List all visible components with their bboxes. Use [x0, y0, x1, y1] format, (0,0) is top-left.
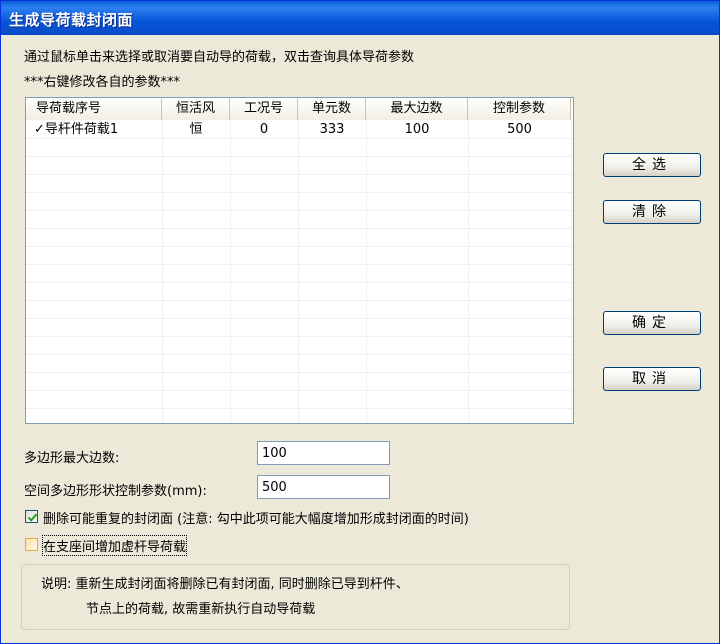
add-virtual-checkbox[interactable] [25, 538, 38, 551]
shape-param-input[interactable] [257, 475, 390, 499]
row-elements: 333 [319, 122, 345, 137]
col-header-elements[interactable]: 单元数 [298, 98, 366, 120]
row-name: 导杆件荷载1 [44, 122, 119, 137]
col-header-case[interactable]: 工况号 [230, 98, 298, 120]
checkmark-icon: ✓ [34, 122, 45, 137]
right-click-hint: ***右键修改各自的参数*** [24, 75, 181, 90]
clear-button[interactable]: 清除 [603, 200, 701, 224]
col-header-control[interactable]: 控制参数 [468, 98, 571, 120]
row-max-edges: 100 [404, 122, 430, 137]
dialog-window: 生成导荷载封闭面 通过鼠标单击来选择或取消要自动导的荷载，双击查询具体导荷参数 … [0, 0, 720, 644]
col-header-type[interactable]: 恒活风 [162, 98, 230, 120]
select-all-button[interactable]: 全选 [603, 153, 701, 177]
checkmark-icon [27, 513, 38, 522]
col-header-max-edges[interactable]: 最大边数 [366, 98, 468, 120]
max-edges-input[interactable] [257, 441, 390, 465]
row-case: 0 [259, 122, 269, 137]
col-header-load-id[interactable]: 导荷载序号 [26, 98, 162, 120]
table-row[interactable]: ✓导杆件荷载1 恒 0 333 100 500 [26, 121, 571, 139]
note-line-1: 说明: 重新生成封闭面将删除已有封闭面, 同时删除已导到杆件、 [41, 577, 409, 592]
ok-button[interactable]: 确定 [603, 311, 701, 335]
shape-param-label: 空间多边形形状控制参数(mm): [24, 484, 207, 499]
title-bar[interactable]: 生成导荷载封闭面 [1, 1, 719, 35]
delete-dup-label[interactable]: 删除可能重复的封闭面 (注意: 勾中此项可能大幅度增加形成封闭面的时间) [43, 508, 469, 527]
cancel-button[interactable]: 取消 [603, 367, 701, 391]
window-title: 生成导荷载封闭面 [9, 11, 134, 29]
load-list[interactable]: 导荷载序号 恒活风 工况号 单元数 最大边数 控制参数 ✓导杆件荷载1 恒 0 … [25, 97, 574, 424]
instruction-text: 通过鼠标单击来选择或取消要自动导的荷载，双击查询具体导荷参数 [24, 50, 415, 65]
max-edges-label: 多边形最大边数: [24, 451, 120, 466]
note-line-2: 节点上的荷载, 故需重新执行自动导荷载 [86, 602, 316, 617]
row-type: 恒 [189, 122, 203, 137]
row-control: 500 [507, 122, 532, 137]
delete-dup-checkbox[interactable] [25, 510, 38, 523]
add-virtual-label[interactable]: 在支座间增加虚杆导荷载 [41, 535, 188, 556]
list-header: 导荷载序号 恒活风 工况号 单元数 最大边数 控制参数 [26, 98, 571, 120]
row-name-cell: ✓导杆件荷载1 [26, 121, 162, 139]
